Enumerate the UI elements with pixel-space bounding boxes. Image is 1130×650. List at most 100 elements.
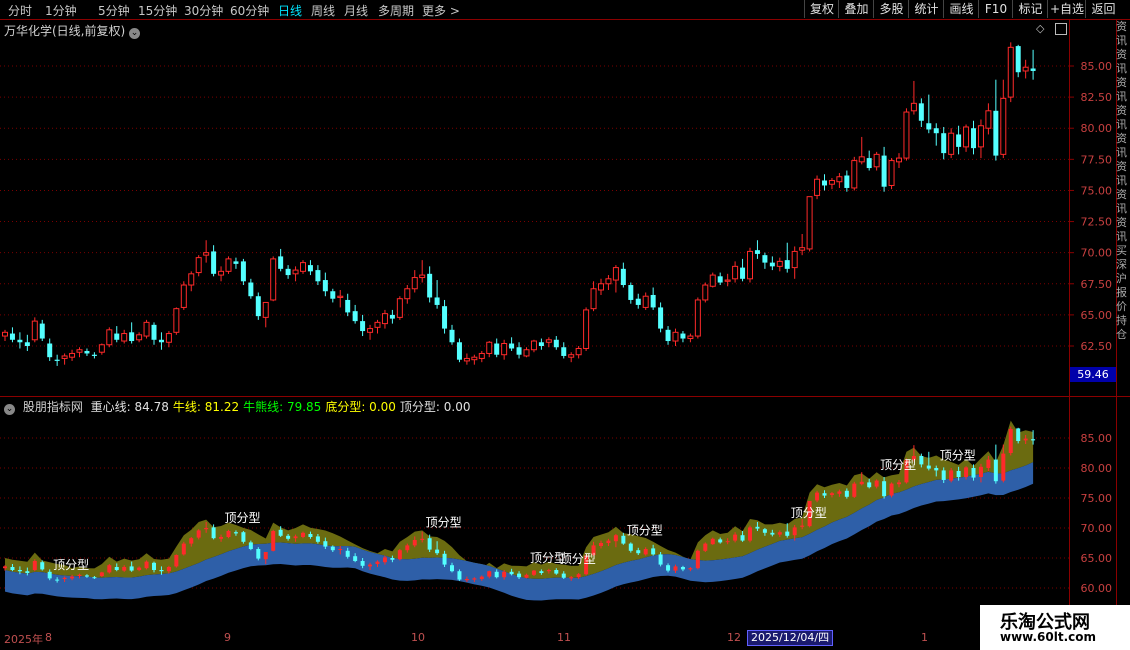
period-15min[interactable]: 15分钟 bbox=[138, 2, 177, 19]
indicator-chart[interactable]: 85.0080.0075.0070.0065.0060.00顶分型顶分型 顶分型顶… bbox=[0, 412, 1130, 630]
period-multi[interactable]: 多周期 bbox=[378, 2, 414, 19]
candle-body bbox=[836, 176, 843, 183]
y-tick-label: 60.00 bbox=[1081, 582, 1113, 595]
top-fractal-label: 顶分型 bbox=[560, 552, 596, 566]
ind-candle-body bbox=[263, 552, 268, 560]
candle-body bbox=[1030, 68, 1036, 71]
candle-body bbox=[248, 282, 254, 297]
ind-candle-body bbox=[189, 538, 194, 544]
candle-body bbox=[270, 258, 277, 301]
candle-body bbox=[151, 324, 157, 340]
ind-candle-body bbox=[137, 567, 142, 570]
candle-body bbox=[411, 277, 418, 290]
candle-body bbox=[9, 333, 15, 340]
ind-candle-body bbox=[301, 532, 305, 537]
ind-candle-body bbox=[666, 565, 671, 571]
candle-body bbox=[158, 339, 164, 343]
candle-body bbox=[211, 251, 217, 274]
period-toolbar: 分时 1分钟 5分钟 15分钟 30分钟 60分钟 日线 周线 月线 多周期 更… bbox=[0, 0, 1130, 20]
candle-body bbox=[971, 128, 976, 149]
overlay-button[interactable]: 叠加 bbox=[838, 0, 874, 18]
ind-candle-body bbox=[479, 576, 484, 579]
candle-body bbox=[322, 280, 328, 292]
period-30min[interactable]: 30分钟 bbox=[184, 2, 223, 19]
ind-candle-body bbox=[889, 483, 894, 496]
date-axis: 2025年 8 9 10 11 12 1 bbox=[0, 630, 1130, 650]
period-more[interactable]: 更多 > bbox=[422, 2, 460, 19]
f10-button[interactable]: F10 bbox=[978, 0, 1013, 18]
period-daily[interactable]: 日线 bbox=[278, 2, 302, 19]
candle-body bbox=[69, 352, 76, 358]
candle-body bbox=[54, 359, 60, 361]
ind-candle-body bbox=[219, 537, 224, 539]
candle-body bbox=[24, 342, 30, 346]
ind-candle-body bbox=[390, 558, 395, 560]
candle-body bbox=[478, 352, 485, 359]
ind-candle-body bbox=[725, 541, 730, 543]
ind-candle-body bbox=[420, 538, 425, 540]
ind-candle-body bbox=[84, 575, 89, 577]
candle-body bbox=[806, 196, 813, 250]
ind-candle-body bbox=[919, 456, 924, 465]
ind-candle-body bbox=[897, 482, 901, 485]
candle-body bbox=[233, 261, 239, 264]
candle-body bbox=[285, 268, 291, 276]
candle-body bbox=[180, 284, 187, 308]
candle-body bbox=[165, 333, 172, 343]
ind-candle-body bbox=[233, 532, 238, 534]
multi-stock-button[interactable]: 多股 bbox=[873, 0, 909, 18]
ind-candle-body bbox=[122, 567, 127, 571]
candle-body bbox=[31, 320, 38, 341]
back-button[interactable]: 返回 bbox=[1085, 0, 1121, 18]
ind-candle-body bbox=[360, 561, 365, 566]
ind-candle-body bbox=[241, 532, 246, 542]
candle-body bbox=[873, 153, 880, 168]
ind-candle-body bbox=[278, 529, 283, 536]
ind-candle-body bbox=[517, 573, 522, 578]
candle-body bbox=[598, 283, 604, 291]
candle-body bbox=[933, 128, 939, 134]
period-weekly[interactable]: 周线 bbox=[311, 2, 335, 19]
period-fenshi[interactable]: 分时 bbox=[8, 2, 32, 19]
period-60min[interactable]: 60分钟 bbox=[230, 2, 269, 19]
period-monthly[interactable]: 月线 bbox=[344, 2, 368, 19]
statistics-button[interactable]: 统计 bbox=[908, 0, 944, 18]
ind-candle-body bbox=[576, 574, 581, 578]
ind-candle-body bbox=[956, 471, 961, 477]
add-favorite-button[interactable]: +自选 bbox=[1047, 0, 1086, 18]
candle-body bbox=[315, 270, 321, 282]
ind-candle-body bbox=[17, 570, 22, 572]
candle-body bbox=[650, 294, 656, 308]
draw-line-button[interactable]: 画线 bbox=[943, 0, 979, 18]
mark-button[interactable]: 标记 bbox=[1012, 0, 1048, 18]
candle-body bbox=[672, 331, 679, 342]
candle-body bbox=[195, 257, 202, 274]
restore-rights-button[interactable]: 复权 bbox=[804, 0, 839, 18]
candle-body bbox=[129, 332, 135, 342]
ind-candle-body bbox=[397, 550, 402, 560]
candle-body bbox=[494, 343, 500, 355]
ind-candle-body bbox=[405, 545, 410, 551]
candle-body bbox=[628, 285, 634, 300]
ind-candle-body bbox=[509, 571, 514, 575]
candlestick-chart[interactable]: 85.00 82.50 80.00 77.50 75.00 72.50 70.00 67.50… bbox=[0, 20, 1130, 396]
ind-candle-body bbox=[636, 550, 641, 554]
candle-body bbox=[203, 252, 210, 256]
candle-body bbox=[985, 110, 992, 129]
candle-body bbox=[956, 134, 962, 147]
period-5min[interactable]: 5分钟 bbox=[98, 2, 130, 19]
candle-body bbox=[307, 265, 313, 272]
y-tick-label: 80.00 bbox=[1081, 462, 1113, 475]
y-tick-label: 85.00 bbox=[1081, 60, 1113, 73]
period-1min[interactable]: 1分钟 bbox=[45, 2, 77, 19]
ind-candle-body bbox=[77, 574, 82, 576]
ind-candle-body bbox=[673, 566, 678, 571]
ind-candle-body bbox=[695, 550, 700, 569]
ind-candle-body bbox=[777, 532, 782, 535]
candle-body bbox=[1022, 66, 1029, 72]
ind-candle-body bbox=[55, 579, 60, 581]
ind-candle-body bbox=[561, 573, 566, 578]
ind-candle-body bbox=[710, 538, 715, 545]
candle-body bbox=[300, 262, 306, 272]
ind-candle-body bbox=[606, 540, 611, 543]
